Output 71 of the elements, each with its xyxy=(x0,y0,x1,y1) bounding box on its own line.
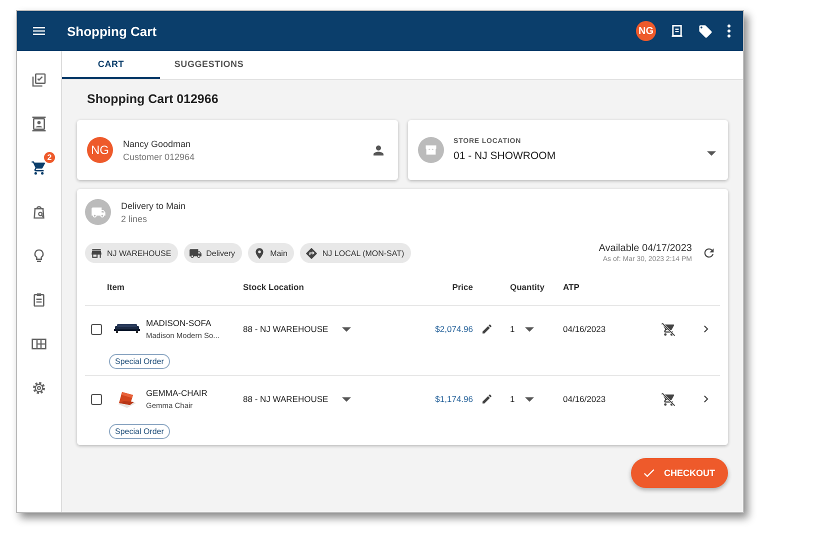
profile-button[interactable] xyxy=(370,142,386,158)
line-count: 2 lines xyxy=(121,214,148,224)
receipt-button[interactable] xyxy=(670,24,684,38)
remove-from-cart-button[interactable] xyxy=(661,392,676,406)
edit-icon xyxy=(481,323,493,335)
route-sign-icon xyxy=(305,246,318,260)
tab[interactable]: CART xyxy=(62,51,160,79)
row-checkbox[interactable] xyxy=(90,324,102,334)
column-header: Price xyxy=(451,282,473,292)
filter-chip[interactable]: Main xyxy=(248,243,294,263)
dropdown-icon xyxy=(524,326,534,332)
clipboard-icon xyxy=(31,292,47,308)
count-badge: 2 xyxy=(44,152,55,163)
column-header: Stock Location xyxy=(243,282,305,292)
customer-number: Customer 012964 xyxy=(123,152,196,162)
item-sku: MADISON-SOFA xyxy=(146,318,212,328)
atp-date: 04/16/2023 xyxy=(562,324,607,334)
page-heading: Shopping Cart 012966 xyxy=(87,92,220,106)
checklist-icon xyxy=(31,72,47,88)
edit-icon xyxy=(481,393,493,405)
column-header: Item xyxy=(107,282,126,292)
customer-avatar: NG xyxy=(87,137,113,163)
more-button[interactable] xyxy=(727,24,731,38)
filter-chip[interactable]: Delivery xyxy=(184,243,242,263)
column-header: ATP xyxy=(562,282,580,292)
quantity-select[interactable]: 1 xyxy=(501,324,556,334)
app-title: Shopping Cart xyxy=(67,24,158,38)
item-sku: GEMMA-CHAIR xyxy=(146,388,208,398)
store-select[interactable]: 01 - NJ SHOWROOM xyxy=(454,145,716,162)
quantity-select[interactable]: 1 xyxy=(501,394,556,404)
cart-icon xyxy=(31,160,47,176)
price-text: $1,174.96 xyxy=(434,394,473,404)
dropdown-icon xyxy=(707,151,716,156)
atp-date: 04/16/2023 xyxy=(562,394,607,404)
cart-off-icon xyxy=(661,392,676,406)
dropdown-icon xyxy=(524,396,534,402)
customer-name: Nancy Goodman xyxy=(123,138,192,148)
special-order-tag: Special Order xyxy=(109,424,170,439)
special-order-tag: Special Order xyxy=(109,354,170,369)
truck-icon xyxy=(90,204,106,220)
receipt-icon xyxy=(670,24,684,38)
contact-card-icon xyxy=(31,116,47,132)
price-text: $2,074.96 xyxy=(434,324,473,334)
cart-off-icon xyxy=(661,322,676,336)
delivery-title: Delivery to Main xyxy=(121,200,187,210)
refresh-icon xyxy=(702,246,716,260)
row-checkbox[interactable] xyxy=(90,394,102,404)
filter-chip[interactable]: NJ LOCAL (MON-SAT) xyxy=(300,243,412,263)
refresh-button[interactable] xyxy=(702,246,716,260)
grid-icon xyxy=(31,336,47,352)
dropdown-icon xyxy=(342,326,352,332)
filter-chip[interactable]: NJ WAREHOUSE xyxy=(85,243,178,263)
tag-button[interactable] xyxy=(698,24,713,38)
tab[interactable]: SUGGESTIONS xyxy=(160,51,258,79)
bag-search-icon xyxy=(31,204,47,220)
availability-date: Available 04/17/2023 xyxy=(598,243,692,254)
settings-icon xyxy=(31,380,47,396)
storefront-icon xyxy=(424,143,438,157)
person-icon xyxy=(370,142,386,158)
tag-icon xyxy=(698,24,713,38)
more-icon xyxy=(727,24,731,38)
remove-from-cart-button[interactable] xyxy=(661,322,676,336)
truck-icon xyxy=(189,246,202,260)
dropdown-icon xyxy=(342,396,352,402)
stock-location-select[interactable]: 88 - NJ WAREHOUSE xyxy=(243,324,401,334)
edit-button[interactable] xyxy=(481,323,493,335)
pin-icon xyxy=(253,246,266,260)
column-header: Quantity xyxy=(509,282,546,292)
edit-button[interactable] xyxy=(481,393,493,405)
store-icon xyxy=(90,246,103,260)
stock-location-select[interactable]: 88 - NJ WAREHOUSE xyxy=(243,394,401,404)
